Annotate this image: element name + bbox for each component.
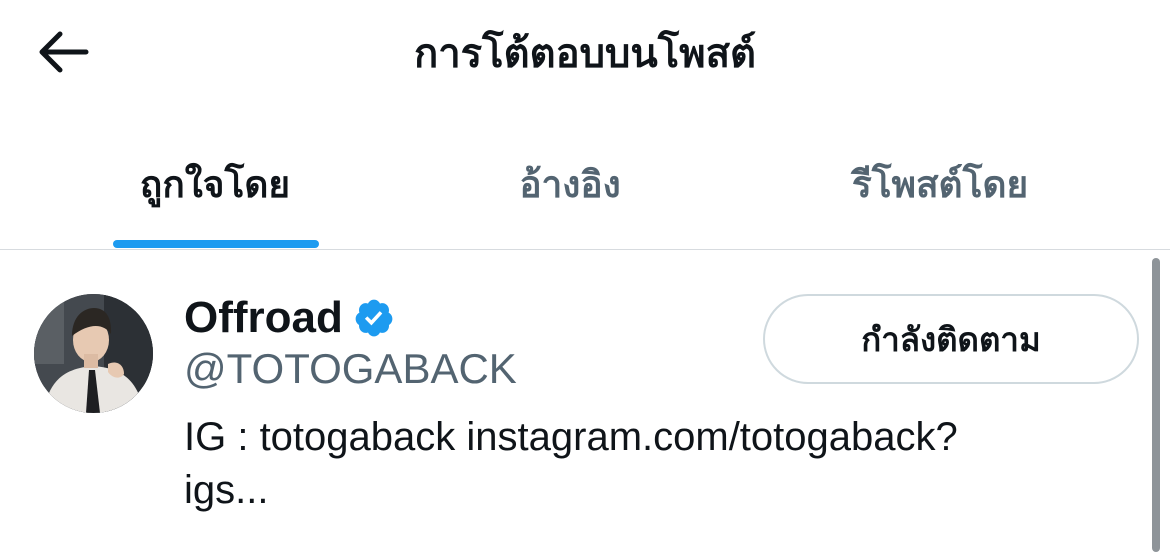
top-app-bar: การโต้ตอบบนโพสต์ bbox=[0, 0, 1170, 110]
tab-reposted-by[interactable]: รีโพสต์โดย bbox=[800, 140, 1080, 250]
user-list-item[interactable]: Offroad @TOTOGABACK IG : totogaback inst… bbox=[0, 251, 1150, 552]
tab-quotes[interactable]: อ้างอิง bbox=[460, 140, 680, 250]
bio-line-2: igs... bbox=[184, 468, 269, 512]
bio-line-1: IG : totogaback instagram.com/totogaback… bbox=[184, 415, 958, 459]
display-name-line: Offroad bbox=[184, 291, 395, 345]
tab-bar: ถูกใจโดย อ้างอิง รีโพสต์โดย bbox=[0, 140, 1170, 250]
tab-divider bbox=[0, 249, 1170, 250]
following-button[interactable]: กำลังติดตาม bbox=[763, 294, 1139, 384]
user-handle: @TOTOGABACK bbox=[184, 345, 517, 392]
scrollbar[interactable] bbox=[1152, 258, 1160, 552]
verified-badge-icon bbox=[355, 299, 393, 337]
avatar[interactable] bbox=[34, 294, 153, 413]
tab-reposted-by-label: รีโพสต์โดย bbox=[851, 163, 1029, 206]
user-bio: IG : totogaback instagram.com/totogaback… bbox=[184, 411, 1084, 517]
tab-liked-by[interactable]: ถูกใจโดย bbox=[90, 140, 340, 250]
display-name: Offroad bbox=[184, 293, 343, 342]
active-tab-indicator bbox=[113, 240, 319, 248]
tab-liked-by-label: ถูกใจโดย bbox=[139, 163, 291, 206]
page-title: การโต้ตอบบนโพสต์ bbox=[414, 31, 756, 77]
tab-quotes-label: อ้างอิง bbox=[519, 163, 621, 206]
avatar-photo bbox=[34, 294, 153, 413]
